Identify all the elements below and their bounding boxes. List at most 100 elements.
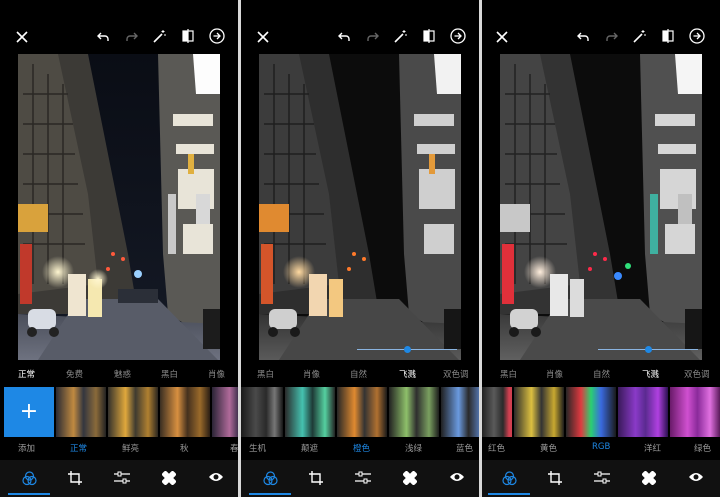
intensity-slider[interactable] — [598, 345, 698, 355]
filter-name[interactable]: RGB — [592, 442, 610, 452]
filter-names: 添加 正常 鲜亮 秋 春 — [0, 438, 238, 458]
magic-wand-icon[interactable] — [394, 29, 407, 43]
street-night-photo-rgb — [500, 54, 702, 360]
compare-icon[interactable] — [182, 29, 194, 43]
compare-icon[interactable] — [662, 29, 674, 43]
undo-icon[interactable] — [338, 32, 350, 42]
filter-thumb[interactable] — [108, 387, 158, 437]
next-icon[interactable] — [689, 28, 705, 44]
mode-tabs: 正常 免费 魅惑 黑白 肖像 — [0, 362, 238, 386]
next-icon[interactable] — [209, 28, 225, 44]
mode-tab[interactable]: 肖像 — [303, 368, 320, 380]
filter-name[interactable]: 秋 — [180, 442, 189, 454]
filter-name[interactable]: 正常 — [70, 442, 87, 454]
crop-icon[interactable] — [548, 471, 562, 485]
mode-tab[interactable]: 魅惑 — [114, 368, 131, 380]
filter-name[interactable]: 洋红 — [644, 442, 661, 454]
top-toolbar — [241, 0, 479, 54]
next-icon[interactable] — [450, 28, 466, 44]
filter-thumb[interactable] — [670, 387, 720, 437]
filter-name[interactable]: 鲜亮 — [122, 442, 139, 454]
filter-thumb[interactable] — [241, 387, 283, 437]
crop-icon[interactable] — [68, 471, 82, 485]
filter-thumbnails — [482, 387, 720, 437]
filter-name[interactable]: 红色 — [488, 442, 505, 454]
mode-tab[interactable]: 肖像 — [546, 368, 563, 380]
filter-thumb[interactable] — [482, 387, 512, 437]
filter-name[interactable]: 蓝色 — [456, 442, 473, 454]
eye-icon[interactable] — [688, 471, 704, 483]
filter-name[interactable]: 黄色 — [540, 442, 557, 454]
adjust-icon[interactable] — [594, 471, 610, 484]
filters-icon[interactable] — [263, 471, 278, 486]
top-toolbar — [0, 0, 238, 54]
close-icon[interactable] — [496, 31, 508, 43]
photo-canvas[interactable] — [18, 54, 220, 360]
healing-icon[interactable] — [403, 471, 417, 485]
filter-name[interactable]: 春 — [230, 442, 238, 454]
mode-tab[interactable]: 双色调 — [684, 368, 710, 380]
filters-icon[interactable] — [502, 471, 517, 486]
filter-name[interactable]: 颠遮 — [301, 442, 318, 454]
mode-tab[interactable]: 双色调 — [443, 368, 469, 380]
undo-icon[interactable] — [577, 32, 589, 42]
bottom-toolbar — [241, 460, 479, 497]
filter-thumbnails — [241, 387, 479, 437]
add-filter-button[interactable]: + — [4, 387, 54, 437]
redo-icon[interactable] — [367, 32, 379, 42]
mode-tab[interactable]: 正常 — [18, 368, 35, 380]
close-icon[interactable] — [257, 31, 269, 43]
mode-tab[interactable]: 飞溅 — [399, 368, 416, 380]
mode-tab[interactable]: 飞溅 — [642, 368, 659, 380]
filter-thumb[interactable] — [56, 387, 106, 437]
mode-tab[interactable]: 黑白 — [500, 368, 517, 380]
filter-thumb[interactable] — [285, 387, 335, 437]
healing-icon[interactable] — [162, 471, 176, 485]
filter-thumb[interactable] — [160, 387, 210, 437]
healing-icon[interactable] — [642, 471, 656, 485]
bottom-toolbar — [0, 460, 238, 497]
eye-icon[interactable] — [449, 471, 465, 483]
mode-tab[interactable]: 肖像 — [208, 368, 225, 380]
filter-thumb[interactable] — [566, 387, 616, 437]
filter-thumb[interactable] — [212, 387, 238, 437]
editor-panel-3: 黑白 肖像 自然 飞溅 双色调 红色 黄色 RGB 洋红 绿色 — [482, 0, 720, 497]
redo-icon[interactable] — [606, 32, 618, 42]
magic-wand-icon[interactable] — [633, 29, 646, 43]
slider-thumb[interactable] — [403, 346, 411, 353]
filter-thumb[interactable] — [514, 387, 564, 437]
filter-thumb[interactable] — [389, 387, 439, 437]
filter-name[interactable]: 橙色 — [353, 442, 370, 454]
adjust-icon[interactable] — [355, 471, 371, 484]
filter-name[interactable]: 生机 — [249, 442, 266, 454]
slider-thumb[interactable] — [644, 346, 652, 353]
mode-tab[interactable]: 自然 — [350, 368, 367, 380]
undo-icon[interactable] — [97, 32, 109, 42]
magic-wand-icon[interactable] — [153, 29, 166, 43]
mode-tabs: 黑白 肖像 自然 飞溅 双色调 — [241, 362, 479, 386]
crop-icon[interactable] — [309, 471, 323, 485]
photo-canvas[interactable] — [259, 54, 461, 360]
redo-icon[interactable] — [126, 32, 138, 42]
adjust-icon[interactable] — [114, 471, 130, 484]
filter-name[interactable]: 浅绿 — [405, 442, 422, 454]
intensity-slider[interactable] — [357, 345, 457, 355]
photo-canvas[interactable] — [500, 54, 702, 360]
mode-tab[interactable]: 自然 — [593, 368, 610, 380]
filter-names: 红色 黄色 RGB 洋红 绿色 — [482, 438, 720, 458]
filters-icon[interactable] — [22, 471, 37, 486]
compare-icon[interactable] — [423, 29, 435, 43]
close-icon[interactable] — [16, 31, 28, 43]
active-tab-underline — [8, 493, 50, 495]
bottom-toolbar — [482, 460, 720, 497]
filter-thumb[interactable] — [618, 387, 668, 437]
filter-name[interactable]: 绿色 — [694, 442, 711, 454]
eye-icon[interactable] — [208, 471, 224, 483]
filter-name[interactable]: 添加 — [18, 442, 35, 454]
mode-tab[interactable]: 黑白 — [161, 368, 178, 380]
filter-names: 生机 颠遮 橙色 浅绿 蓝色 — [241, 438, 479, 458]
filter-thumb[interactable] — [441, 387, 479, 437]
filter-thumb[interactable] — [337, 387, 387, 437]
mode-tab[interactable]: 黑白 — [257, 368, 274, 380]
mode-tab[interactable]: 免费 — [66, 368, 83, 380]
